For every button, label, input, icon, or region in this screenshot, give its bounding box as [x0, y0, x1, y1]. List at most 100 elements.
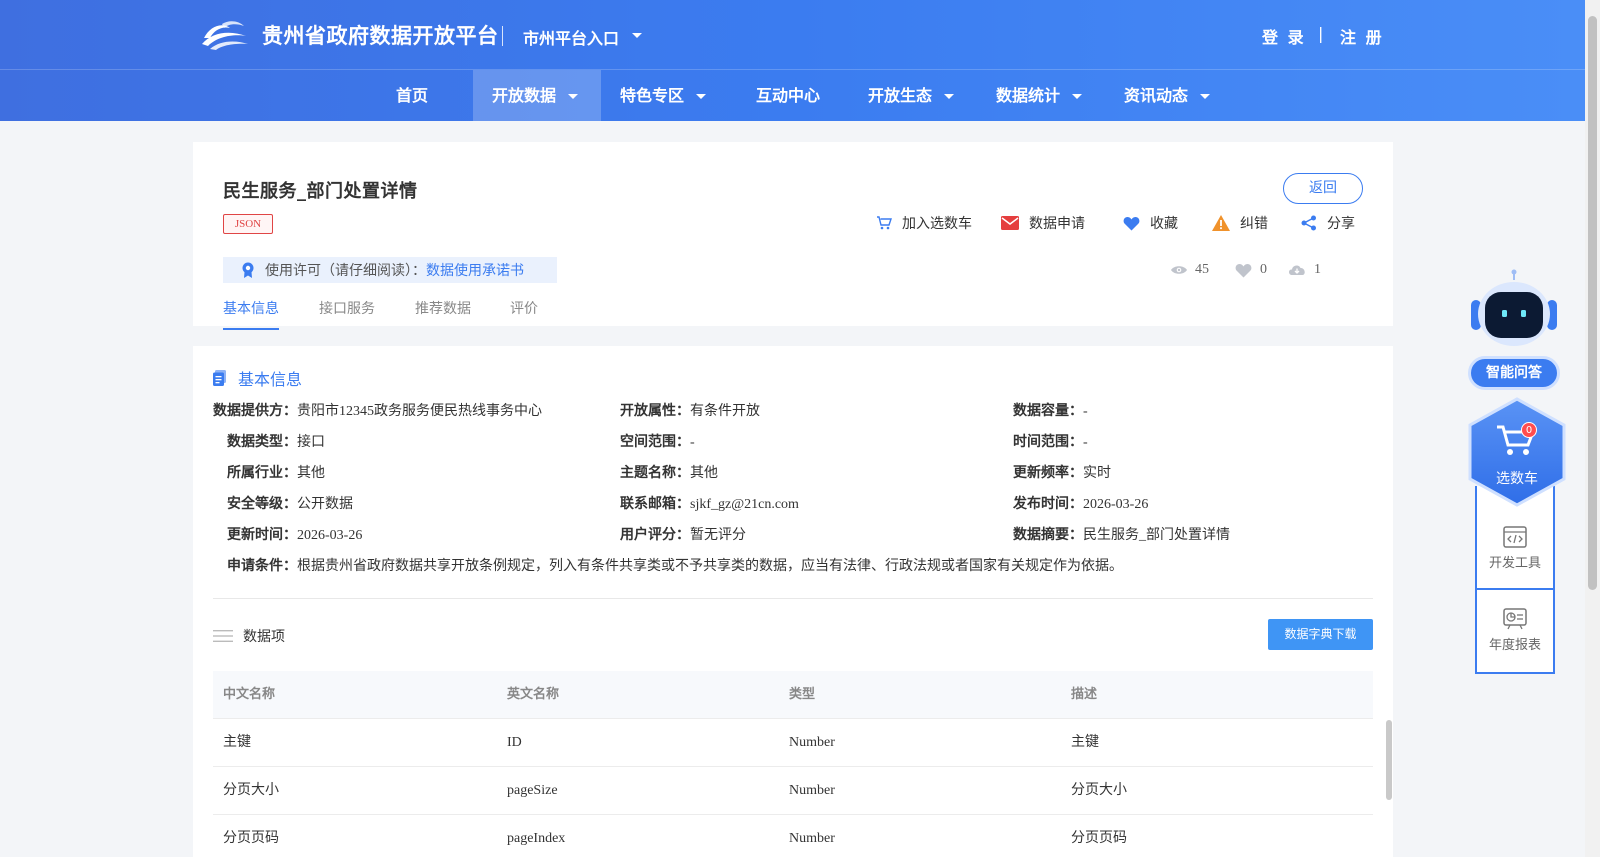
scrollbar-thumb[interactable] [1588, 16, 1597, 590]
field-value: 民生服务_部门处置详情 [1083, 528, 1230, 543]
field-label: 数据摘要： [1013, 527, 1083, 543]
nav-label: 开放生态 [868, 86, 933, 105]
field-label: 所属行业： [227, 465, 297, 481]
table-scrollbar[interactable] [1386, 720, 1392, 800]
field-space-range: 空间范围：- [620, 431, 695, 451]
table-cell: pageSize [507, 783, 558, 798]
page-scrollbar[interactable] [1585, 0, 1600, 857]
add-to-cart-button[interactable]: 加入选数车 [876, 213, 972, 233]
dictionary-download-button[interactable]: 数据字典下载 [1268, 619, 1373, 650]
field-time-range: 时间范围：- [1013, 431, 1088, 451]
nav-item-home[interactable]: 首页 [396, 70, 476, 121]
login-link[interactable]: 登 录 [1262, 24, 1306, 48]
nav-label: 首页 [396, 86, 429, 105]
nav-label: 开放数据 [492, 86, 557, 105]
mail-icon [1001, 216, 1019, 230]
field-label: 发布时间： [1013, 496, 1083, 512]
action-label: 收藏 [1150, 216, 1178, 232]
nav-item-news[interactable]: 资讯动态 [1124, 70, 1211, 121]
chevron-down-icon [1200, 94, 1211, 99]
field-capacity: 数据容量：- [1013, 400, 1088, 420]
field-label: 数据类型： [227, 434, 297, 450]
share-button[interactable]: 分享 [1301, 213, 1355, 233]
field-value: - [1083, 435, 1088, 450]
data-apply-button[interactable]: 数据申请 [1001, 213, 1085, 233]
table-cell: Number [789, 735, 835, 750]
city-platform-entry[interactable]: 市州平台入口 [523, 25, 619, 49]
field-provider: 数据提供方：贵阳市12345政务服务便民热线事务中心 [213, 400, 542, 420]
nav-item-statistics[interactable]: 数据统计 [996, 70, 1083, 121]
dev-tools-button[interactable]: 开发工具 [1477, 526, 1553, 571]
field-label: 更新频率： [1013, 465, 1083, 481]
cart-widget[interactable] [1467, 397, 1567, 507]
table-row: 分页大小 pageSize Number 分页大小 [213, 767, 1373, 815]
side-item-label: 年度报表 [1488, 638, 1541, 653]
cart-label: 选数车 [1496, 471, 1538, 487]
field-publish-time: 发布时间：2026-03-26 [1013, 493, 1148, 513]
eye-icon [1171, 266, 1187, 274]
field-value: 实时 [1083, 466, 1111, 481]
field-value: - [1083, 404, 1088, 419]
chevron-down-icon[interactable] [632, 33, 642, 38]
annual-report-button[interactable]: 年度报表 [1477, 608, 1553, 653]
views-value: 45 [1195, 262, 1209, 277]
nav-item-open-data[interactable]: 开放数据 [473, 70, 601, 121]
field-open-attr: 开放属性：有条件开放 [620, 400, 760, 420]
field-value: 其他 [297, 466, 325, 481]
tab-rating[interactable]: 评价 [510, 298, 538, 328]
table-cell: 分页大小 [1071, 783, 1127, 798]
nav-label: 资讯动态 [1124, 86, 1189, 105]
field-label: 时间范围： [1013, 434, 1083, 450]
table-cell: pageIndex [507, 831, 566, 846]
data-items-heading: 数据项 [213, 626, 285, 646]
favorite-button[interactable]: 收藏 [1123, 213, 1178, 233]
nav-item-ecosystem[interactable]: 开放生态 [868, 70, 955, 121]
nav-label: 特色专区 [620, 86, 685, 105]
field-topic: 主题名称：其他 [620, 462, 718, 482]
field-value: - [690, 435, 695, 450]
license-label: 使用许可（请仔细阅读）： [265, 263, 426, 279]
register-link[interactable]: 注 册 [1340, 24, 1384, 48]
field-summary: 数据摘要：民生服务_部门处置详情 [1013, 524, 1230, 544]
format-badge: JSON [223, 214, 273, 234]
site-title[interactable]: 贵州省政府数据开放平台 [262, 20, 499, 50]
tab-recommended[interactable]: 推荐数据 [415, 298, 471, 328]
table-cell: Number [789, 783, 835, 798]
basic-info-card: 基本信息 数据提供方：贵阳市12345政务服务便民热线事务中心 数据类型：接口 … [193, 346, 1393, 857]
field-label: 申请条件： [227, 558, 297, 574]
side-tool-panel: 开发工具 年度报表 [1475, 486, 1555, 674]
back-button[interactable]: 返回 [1283, 173, 1363, 204]
table-cell: 分页大小 [223, 783, 279, 798]
document-icon [213, 370, 226, 386]
site-header: 贵州省政府数据开放平台 市州平台入口 登 录 | 注 册 首页 开放数据 特色专… [0, 0, 1585, 121]
column-header: 描述 [1071, 687, 1098, 702]
table-cell: ID [507, 735, 522, 750]
tab-api-service[interactable]: 接口服务 [319, 298, 375, 328]
field-value: 有条件开放 [690, 404, 760, 419]
nav-item-special-zone[interactable]: 特色专区 [620, 70, 707, 121]
report-error-button[interactable]: 纠错 [1212, 213, 1268, 233]
nav-label: 互动中心 [756, 86, 821, 105]
platform-logo-icon[interactable] [200, 18, 250, 52]
tab-basic-info[interactable]: 基本信息 [223, 298, 279, 330]
cart-count-badge: 0 [1521, 422, 1537, 438]
action-label: 数据申请 [1029, 216, 1085, 232]
table-header-row: 中文名称 英文名称 类型 描述 [213, 671, 1373, 719]
cart-icon [877, 216, 892, 230]
table-row: 主键 ID Number 主键 [213, 719, 1373, 767]
field-industry: 所属行业：其他 [227, 462, 325, 482]
field-value: 根据贵州省政府数据共享开放条例规定，列入有条件共享类或不予共享类的数据，应当有法… [297, 558, 1123, 574]
field-label: 更新时间： [227, 527, 297, 543]
dataset-header-card: 民生服务_部门处置详情 JSON 返回 加入选数车 数据申请 收藏 纠错 分享 … [193, 142, 1393, 330]
license-bar: 使用许可（请仔细阅读）： 数据使用承诺书 [223, 257, 557, 283]
robot-assistant-icon[interactable] [1467, 268, 1561, 348]
nav-item-interaction[interactable]: 互动中心 [756, 70, 820, 121]
chevron-down-icon [1072, 94, 1083, 99]
license-agreement-link[interactable]: 数据使用承诺书 [426, 260, 524, 280]
title-divider [502, 26, 503, 46]
field-label: 联系邮箱： [620, 496, 690, 512]
section-divider [213, 598, 1373, 599]
action-label: 分享 [1327, 216, 1355, 232]
field-label: 数据提供方： [213, 403, 297, 419]
ai-qa-button[interactable]: 智能问答 [1468, 356, 1560, 390]
